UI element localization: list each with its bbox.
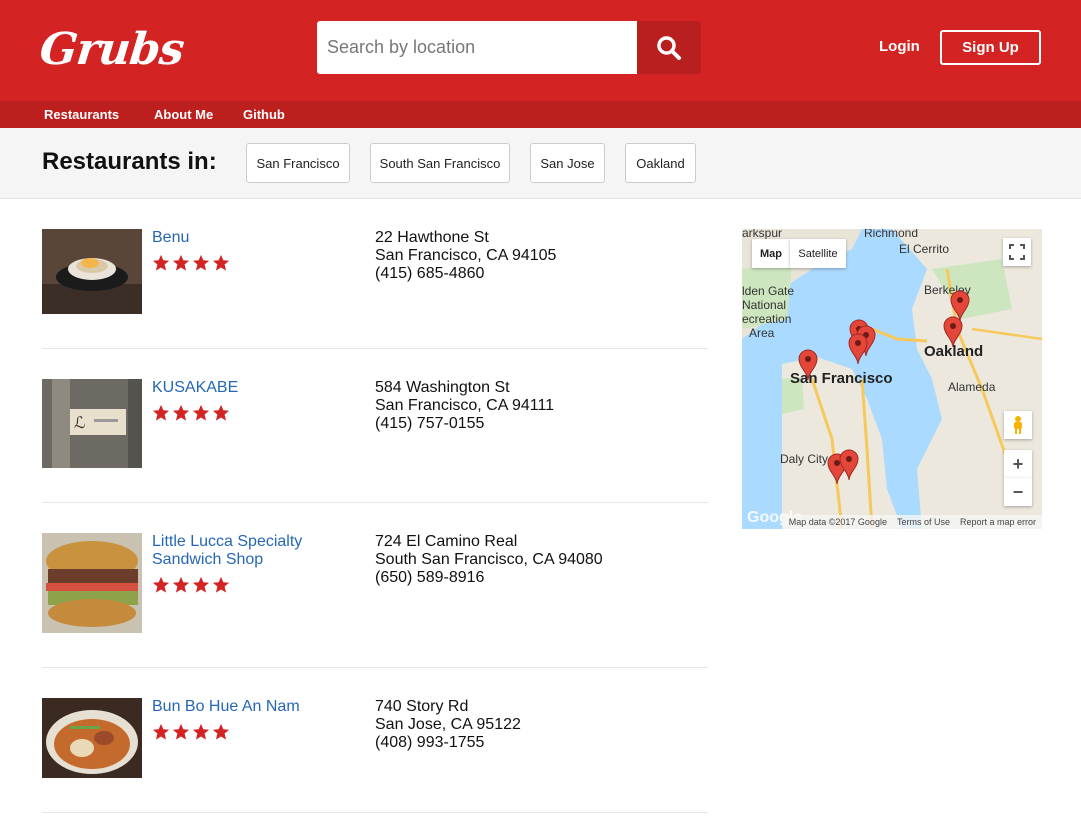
map-label-area: Area — [749, 326, 775, 340]
star-icon — [172, 404, 190, 421]
restaurant-listing: Little Lucca Specialty Sandwich Shop 724… — [42, 533, 708, 643]
address-street: 740 Story Rd — [375, 698, 469, 715]
phone-number: (650) 589-8916 — [375, 569, 485, 586]
star-icon — [172, 723, 190, 740]
phone-number: (408) 993-1755 — [375, 734, 485, 751]
city-button-san-francisco[interactable]: San Francisco — [246, 143, 350, 183]
city-filter-bar: Restaurants in: San Francisco South San … — [0, 128, 1081, 199]
fullscreen-icon — [1009, 244, 1025, 260]
search-button[interactable] — [637, 21, 701, 74]
map[interactable]: arkspur Richmond El Cerrito lden Gate Na… — [742, 229, 1042, 529]
star-rating — [152, 254, 230, 272]
login-link[interactable]: Login — [879, 38, 920, 55]
divider — [42, 812, 708, 813]
restaurant-listing: ℒ KUSAKABE 584 Washington St San Francis… — [42, 379, 708, 479]
star-icon — [152, 254, 170, 271]
restaurant-address: 22 Hawthone St San Francisco, CA 94105 (… — [375, 229, 556, 283]
map-label-national: National — [742, 298, 787, 312]
restaurant-photo[interactable] — [42, 229, 142, 314]
map-data-credit: Map data ©2017 Google — [788, 517, 887, 527]
restaurant-address: 584 Washington St San Francisco, CA 9411… — [375, 379, 554, 433]
address-city: San Jose, CA 95122 — [375, 716, 521, 733]
star-icon — [212, 576, 230, 593]
star-icon — [192, 723, 210, 740]
restaurant-photo[interactable] — [42, 698, 142, 778]
star-rating — [152, 576, 230, 594]
restaurant-name[interactable]: KUSAKABE — [152, 379, 352, 397]
restaurant-listing: Bun Bo Hue An Nam 740 Story Rd San Jose,… — [42, 698, 708, 798]
star-icon — [172, 576, 190, 593]
star-icon — [212, 723, 230, 740]
city-button-oakland[interactable]: Oakland — [625, 143, 696, 183]
map-marker-icon[interactable] — [798, 349, 818, 381]
map-label-recreation: ecreation — [742, 312, 792, 326]
restaurant-listing: Benu 22 Hawthone St San Francisco, CA 94… — [42, 229, 708, 329]
star-icon — [152, 404, 170, 421]
map-label-golden-gate: lden Gate — [742, 284, 795, 298]
star-icon — [192, 404, 210, 421]
header: Grubs Login Sign Up — [0, 0, 1081, 101]
report-map-error-link[interactable]: Report a map error — [960, 517, 1036, 527]
phone-number: (415) 685-4860 — [375, 265, 485, 282]
restaurant-photo[interactable]: ℒ — [42, 379, 142, 468]
map-label-el-cerrito: El Cerrito — [899, 242, 950, 256]
nav-restaurants[interactable]: Restaurants — [44, 107, 119, 122]
city-button-san-jose[interactable]: San Jose — [530, 143, 605, 183]
street-view-button[interactable] — [1004, 411, 1032, 439]
map-marker-icon[interactable] — [839, 449, 859, 481]
fullscreen-button[interactable] — [1003, 238, 1031, 266]
star-icon — [212, 404, 230, 421]
restaurant-name[interactable]: Bun Bo Hue An Nam — [152, 698, 352, 716]
address-city: San Francisco, CA 94105 — [375, 247, 557, 264]
terms-of-use-link[interactable]: Terms of Use — [897, 517, 950, 527]
nav-github[interactable]: Github — [243, 107, 285, 122]
pegman-icon — [1014, 416, 1022, 434]
city-heading: Restaurants in: — [42, 148, 217, 175]
address-street: 584 Washington St — [375, 379, 510, 396]
star-rating — [152, 723, 230, 741]
map-label-daly-city: Daly City — [780, 452, 829, 466]
zoom-in-button[interactable]: + — [1004, 450, 1032, 478]
star-icon — [192, 576, 210, 593]
star-icon — [152, 576, 170, 593]
sub-navigation: Restaurants About Me Github — [0, 101, 1081, 128]
zoom-out-button[interactable]: − — [1004, 478, 1032, 506]
address-city: South San Francisco, CA 94080 — [375, 551, 603, 568]
restaurant-photo[interactable] — [42, 533, 142, 633]
logo[interactable]: Grubs — [37, 20, 187, 80]
divider — [42, 348, 708, 349]
map-marker-icon[interactable] — [943, 316, 963, 348]
search-icon — [657, 35, 681, 60]
restaurant-address: 740 Story Rd San Jose, CA 95122 (408) 99… — [375, 698, 521, 752]
address-city: San Francisco, CA 94111 — [375, 397, 555, 414]
star-icon — [172, 254, 190, 271]
map-type-map-button[interactable]: Map — [752, 239, 790, 268]
signup-button[interactable]: Sign Up — [940, 30, 1041, 65]
map-label-richmond: Richmond — [864, 229, 919, 240]
star-rating — [152, 404, 230, 422]
map-marker-icon[interactable] — [848, 333, 868, 365]
star-icon — [212, 254, 230, 271]
star-icon — [152, 723, 170, 740]
map-label-alameda: Alameda — [948, 380, 996, 394]
svg-text:ℒ: ℒ — [74, 413, 86, 432]
map-type-satellite-button[interactable]: Satellite — [790, 239, 846, 268]
restaurant-name[interactable]: Benu — [152, 229, 352, 247]
search-input[interactable] — [317, 21, 637, 74]
divider — [42, 502, 708, 503]
address-street: 22 Hawthone St — [375, 229, 489, 246]
divider — [42, 667, 708, 668]
city-button-south-san-francisco[interactable]: South San Francisco — [370, 143, 510, 183]
phone-number: (415) 757-0155 — [375, 415, 485, 432]
nav-about-me[interactable]: About Me — [154, 107, 213, 122]
address-street: 724 El Camino Real — [375, 533, 518, 550]
map-footer: Map data ©2017 Google Terms of Use Repor… — [782, 515, 1042, 529]
star-icon — [192, 254, 210, 271]
restaurant-name[interactable]: Little Lucca Specialty Sandwich Shop — [152, 533, 352, 569]
restaurant-address: 724 El Camino Real South San Francisco, … — [375, 533, 603, 587]
